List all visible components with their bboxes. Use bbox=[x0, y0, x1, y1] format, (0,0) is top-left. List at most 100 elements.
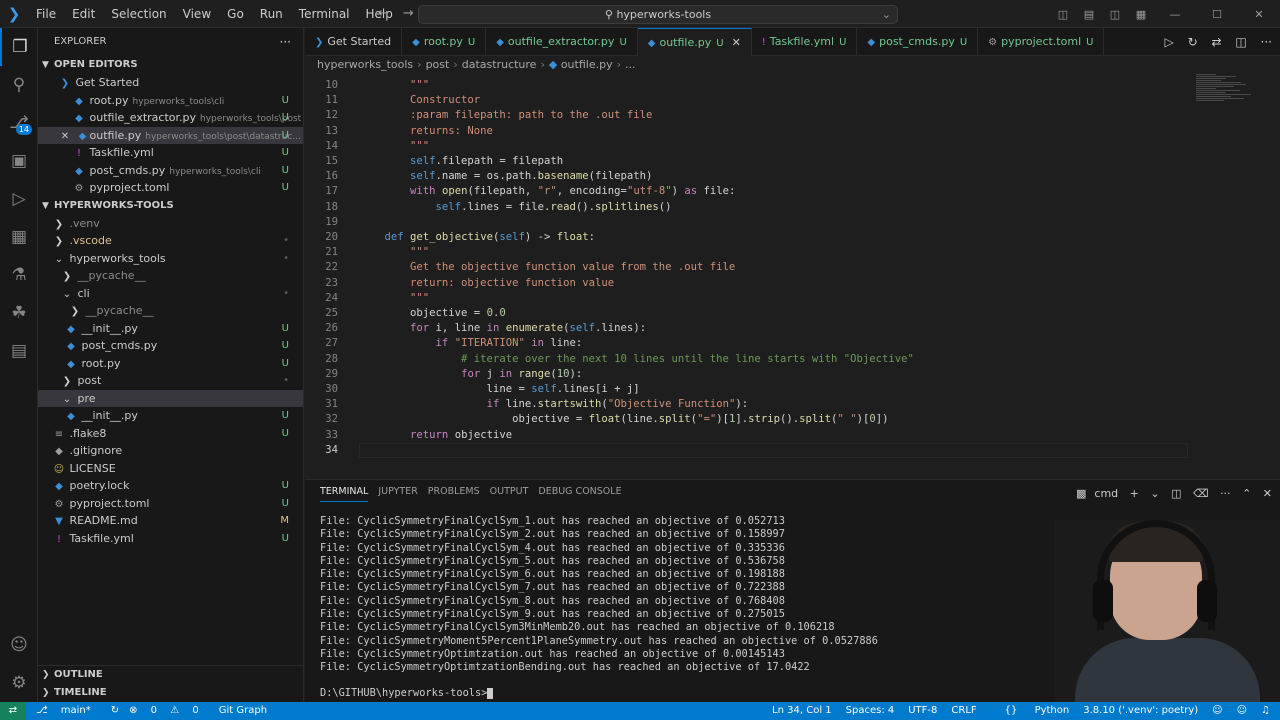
search-icon[interactable]: ⚲ bbox=[0, 66, 38, 104]
open-editor-item[interactable]: ◆ post_cmds.py hyperworks_tools\cli U bbox=[38, 162, 303, 180]
git-graph-button[interactable]: Git Graph bbox=[219, 702, 267, 720]
breadcrumb-item[interactable]: outfile.py bbox=[561, 58, 613, 71]
project-section[interactable]: ▼ HYPERWORKS-TOOLS bbox=[38, 197, 303, 215]
source-control-icon[interactable]: ⎇ 14 bbox=[0, 104, 38, 142]
tab-terminal[interactable]: TERMINAL bbox=[320, 486, 369, 502]
terminal-shell-label[interactable]: cmd bbox=[1094, 487, 1118, 500]
tab-taskfile-yml[interactable]: ! Taskfile.yml U bbox=[752, 28, 858, 56]
toggle-panel-icon[interactable]: ▤ bbox=[1079, 8, 1099, 21]
run-debug-icon[interactable]: ▷ bbox=[0, 180, 38, 218]
tab-jupyter[interactable]: JUPYTER bbox=[378, 486, 417, 501]
toggle-secondary-sidebar-icon[interactable]: ◫ bbox=[1105, 8, 1125, 21]
run-icon[interactable]: ▷ bbox=[1165, 35, 1174, 49]
indentation[interactable]: Spaces: 4 bbox=[846, 702, 895, 720]
chevron-down-icon[interactable]: ⌄ bbox=[1150, 487, 1159, 500]
cursor-position[interactable]: Ln 34, Col 1 bbox=[772, 702, 832, 720]
maximize-button[interactable]: ☐ bbox=[1199, 8, 1235, 21]
minimize-button[interactable]: — bbox=[1157, 8, 1193, 21]
back-arrow-icon[interactable]: ← bbox=[378, 6, 389, 21]
outline-section[interactable]: ❯ OUTLINE bbox=[38, 666, 304, 684]
tab-root-py[interactable]: ◆ root.py U bbox=[402, 28, 487, 56]
toggle-sidebar-icon[interactable]: ◫ bbox=[1053, 8, 1073, 21]
problems-indicator[interactable]: ⊗ 0 ⚠ 0 bbox=[129, 702, 209, 720]
terminal-prompt[interactable]: D:\GITHUB\hyperworks-tools> bbox=[320, 687, 494, 699]
tree-item-folder[interactable]: ❯ post • bbox=[38, 372, 303, 390]
close-icon[interactable]: ✕ bbox=[732, 36, 741, 49]
open-editor-item[interactable]: ⚙ pyproject.toml U bbox=[38, 179, 303, 197]
history-icon[interactable]: ↻ bbox=[1188, 35, 1198, 49]
terminal-output[interactable]: File: CyclicSymmetryFinalCyclSym_1.out h… bbox=[320, 515, 878, 675]
notifications-bell-icon[interactable]: ♫ bbox=[1261, 702, 1270, 720]
menu-view[interactable]: View bbox=[175, 0, 219, 28]
menu-go[interactable]: Go bbox=[219, 0, 252, 28]
tab-problems[interactable]: PROBLEMS bbox=[428, 486, 480, 501]
menu-run[interactable]: Run bbox=[252, 0, 291, 28]
notebook-icon[interactable]: ▤ bbox=[0, 332, 38, 370]
tree-item-file[interactable]: ≡ .flake8 U bbox=[38, 425, 303, 443]
breadcrumb-item[interactable]: hyperworks_tools bbox=[317, 58, 413, 71]
tree-item-file[interactable]: ◆ __init__.py U bbox=[38, 407, 303, 425]
tab-outfile-py[interactable]: ◆ outfile.py U ✕ bbox=[637, 28, 752, 56]
split-terminal-icon[interactable]: ◫ bbox=[1171, 487, 1181, 500]
tree-item-file[interactable]: ▼ README.md M bbox=[38, 512, 303, 530]
explorer-icon[interactable]: ❐ bbox=[0, 28, 38, 66]
git-compare-icon[interactable]: ⇄ bbox=[1211, 35, 1221, 49]
maximize-panel-icon[interactable]: ⌃ bbox=[1242, 487, 1251, 500]
tree-item-file[interactable]: ◆ .gitignore bbox=[38, 442, 303, 460]
tree-item-folder[interactable]: ❯ .vscode • bbox=[38, 232, 303, 250]
extensions-icon[interactable]: ▦ bbox=[0, 218, 38, 256]
more-actions-icon[interactable]: ··· bbox=[1261, 35, 1272, 49]
customize-layout-icon[interactable]: ▦ bbox=[1131, 8, 1151, 21]
tree-item-folder[interactable]: ❯ .venv bbox=[38, 215, 303, 233]
forward-arrow-icon[interactable]: → bbox=[403, 6, 414, 21]
command-center-search[interactable]: ⚲ hyperworks-tools ⌄ bbox=[418, 5, 898, 24]
menu-file[interactable]: File bbox=[28, 0, 64, 28]
feedback-icon[interactable]: ☺ bbox=[1237, 702, 1247, 720]
python-interpreter[interactable]: 3.8.10 ('.venv': poetry) bbox=[1083, 702, 1198, 720]
copilot-icon[interactable]: ☺ bbox=[1212, 702, 1222, 720]
tree-item-folder[interactable]: ⌄ cli • bbox=[38, 285, 303, 303]
trash-icon[interactable]: ⌫ bbox=[1193, 487, 1209, 500]
language-mode[interactable]: {} Python bbox=[991, 702, 1070, 720]
open-editor-item[interactable]: ❯ Get Started bbox=[38, 74, 303, 92]
timeline-section[interactable]: ❯ TIMELINE bbox=[38, 684, 304, 702]
tree-item-file[interactable]: ! Taskfile.yml U bbox=[38, 530, 303, 548]
new-terminal-icon[interactable]: + bbox=[1130, 487, 1139, 500]
end-of-line[interactable]: CRLF bbox=[951, 702, 976, 720]
docker-icon[interactable]: ☘ bbox=[0, 294, 38, 332]
remote-indicator-icon[interactable]: ⇄ bbox=[0, 702, 26, 720]
close-window-button[interactable]: ✕ bbox=[1241, 8, 1277, 21]
encoding[interactable]: UTF-8 bbox=[908, 702, 937, 720]
tab-post-cmds-py[interactable]: ◆ post_cmds.py U bbox=[857, 28, 979, 56]
open-editor-item[interactable]: ! Taskfile.yml U bbox=[38, 144, 303, 162]
tree-item-file[interactable]: ◆ post_cmds.py U bbox=[38, 337, 303, 355]
open-editor-item[interactable]: ◆ root.py hyperworks_tools\cli U bbox=[38, 92, 303, 110]
tree-item-folder[interactable]: ⌄ hyperworks_tools • bbox=[38, 250, 303, 268]
close-icon[interactable]: ✕ bbox=[58, 128, 72, 145]
breadcrumb-item[interactable]: datastructure bbox=[462, 58, 537, 71]
testing-icon[interactable]: ⚗ bbox=[0, 256, 38, 294]
tree-item-file[interactable]: ☺ LICENSE bbox=[38, 460, 303, 478]
open-editor-item[interactable]: ◆ outfile_extractor.py hyperworks_tools\p… bbox=[38, 109, 303, 127]
split-editor-icon[interactable]: ◫ bbox=[1235, 35, 1246, 49]
accounts-icon[interactable]: ☺ bbox=[0, 626, 38, 664]
tab-pyproject-toml[interactable]: ⚙ pyproject.toml U bbox=[978, 28, 1105, 56]
more-actions-icon[interactable]: ··· bbox=[280, 28, 291, 56]
minimap[interactable] bbox=[1196, 73, 1266, 123]
remote-explorer-icon[interactable]: ▣ bbox=[0, 142, 38, 180]
tree-item-file[interactable]: ◆ root.py U bbox=[38, 355, 303, 373]
tree-item-folder[interactable]: ❯ __pycache__ bbox=[38, 302, 303, 320]
menu-edit[interactable]: Edit bbox=[64, 0, 103, 28]
more-actions-icon[interactable]: ··· bbox=[1220, 487, 1231, 500]
breadcrumb-item[interactable]: ... bbox=[625, 58, 636, 71]
tree-item-file[interactable]: ◆ poetry.lock U bbox=[38, 477, 303, 495]
tree-item-file[interactable]: ⚙ pyproject.toml U bbox=[38, 495, 303, 513]
tab-get-started[interactable]: ❯ Get Started bbox=[305, 28, 403, 56]
tree-item-file[interactable]: ◆ __init__.py U bbox=[38, 320, 303, 338]
tab-output[interactable]: OUTPUT bbox=[490, 486, 529, 501]
manage-gear-icon[interactable]: ⚙ bbox=[0, 664, 38, 702]
tree-item-folder[interactable]: ❯ __pycache__ bbox=[38, 267, 303, 285]
chevron-down-icon[interactable]: ⌄ bbox=[882, 6, 891, 23]
branch-indicator[interactable]: ⎇ main* bbox=[36, 702, 101, 720]
open-editor-item-active[interactable]: ✕ ◆ outfile.py hyperworks_tools\post\datas… bbox=[38, 126, 303, 145]
